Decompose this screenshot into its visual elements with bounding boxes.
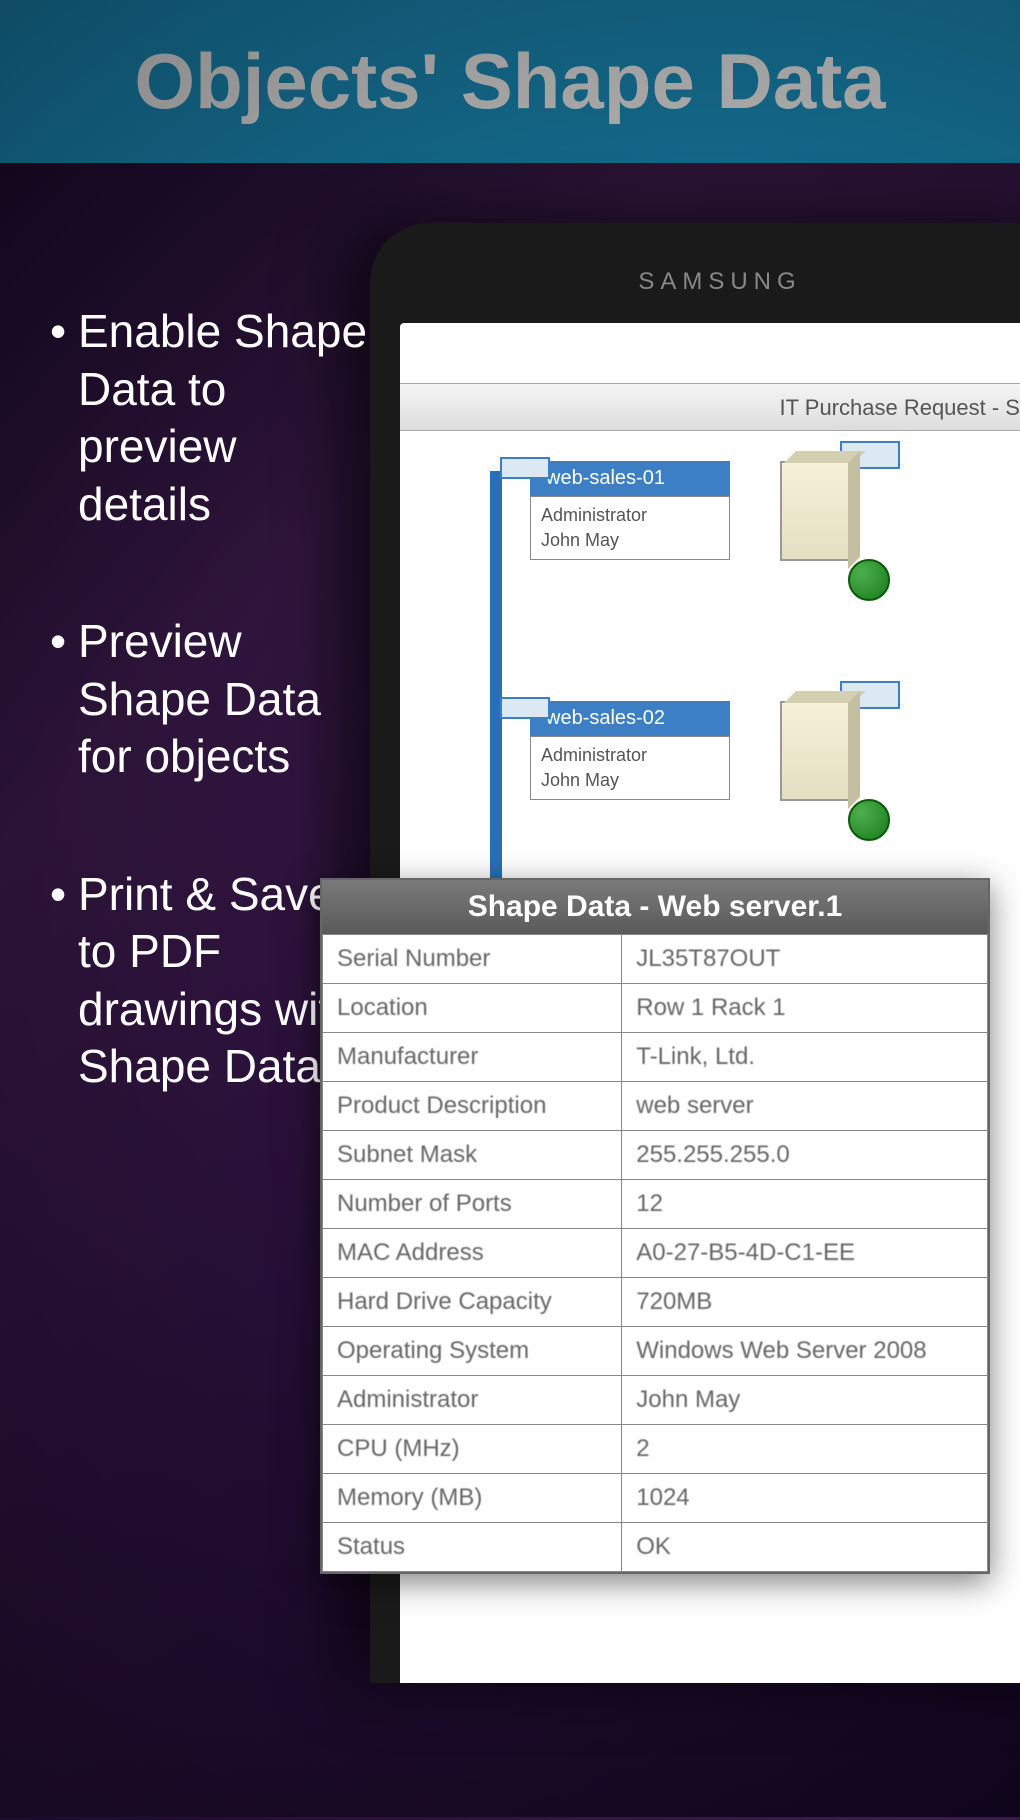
property-name: Serial Number bbox=[323, 935, 622, 984]
table-row: ManufacturerT-Link, Ltd. bbox=[323, 1033, 988, 1082]
property-value: web server bbox=[622, 1082, 988, 1131]
table-row: Memory (MB)1024 bbox=[323, 1474, 988, 1523]
property-value: A0-27-B5-4D-C1-EE bbox=[622, 1229, 988, 1278]
table-row: Hard Drive Capacity720MB bbox=[323, 1278, 988, 1327]
property-name: MAC Address bbox=[323, 1229, 622, 1278]
property-name: CPU (MHz) bbox=[323, 1425, 622, 1474]
globe-icon bbox=[848, 799, 890, 841]
shape-details: Administrator John May bbox=[530, 496, 730, 560]
property-value: 255.255.255.0 bbox=[622, 1131, 988, 1180]
shape-name: web-sales-02 bbox=[530, 701, 730, 736]
property-value: 1024 bbox=[622, 1474, 988, 1523]
property-value: John May bbox=[622, 1376, 988, 1425]
property-value: Windows Web Server 2008 bbox=[622, 1327, 988, 1376]
property-name: Subnet Mask bbox=[323, 1131, 622, 1180]
globe-icon bbox=[848, 559, 890, 601]
diagram-shape[interactable]: web-sales-02 Administrator John May bbox=[530, 701, 1020, 831]
table-row: Product Descriptionweb server bbox=[323, 1082, 988, 1131]
property-name: Memory (MB) bbox=[323, 1474, 622, 1523]
shape-name: web-sales-01 bbox=[530, 461, 730, 496]
popup-title: Shape Data - Web server.1 bbox=[322, 880, 988, 934]
table-row: StatusOK bbox=[323, 1523, 988, 1572]
property-name: Administrator bbox=[323, 1376, 622, 1425]
property-value: JL35T87OUT bbox=[622, 935, 988, 984]
phone-brand-label: SAMSUNG bbox=[638, 268, 801, 296]
feature-item: Enable Shape Data to preview details bbox=[50, 303, 380, 533]
tag-icon bbox=[500, 457, 550, 479]
table-row: CPU (MHz)2 bbox=[323, 1425, 988, 1474]
table-row: MAC AddressA0-27-B5-4D-C1-EE bbox=[323, 1229, 988, 1278]
shape-data-popup[interactable]: Shape Data - Web server.1 Serial NumberJ… bbox=[320, 878, 990, 1574]
table-row: Serial NumberJL35T87OUT bbox=[323, 935, 988, 984]
property-value: 720MB bbox=[622, 1278, 988, 1327]
property-name: Location bbox=[323, 984, 622, 1033]
tag-icon bbox=[500, 697, 550, 719]
shape-data-table: Serial NumberJL35T87OUTLocationRow 1 Rac… bbox=[322, 934, 988, 1572]
property-name: Product Description bbox=[323, 1082, 622, 1131]
table-row: Subnet Mask255.255.255.0 bbox=[323, 1131, 988, 1180]
property-name: Status bbox=[323, 1523, 622, 1572]
diagram-shape[interactable]: web-sales-01 Administrator John May bbox=[530, 461, 1020, 591]
table-row: Operating SystemWindows Web Server 2008 bbox=[323, 1327, 988, 1376]
property-value: OK bbox=[622, 1523, 988, 1572]
server-icon bbox=[770, 461, 880, 591]
property-name: Manufacturer bbox=[323, 1033, 622, 1082]
property-value: 2 bbox=[622, 1425, 988, 1474]
property-name: Hard Drive Capacity bbox=[323, 1278, 622, 1327]
screen-titlebar: IT Purchase Request - S bbox=[400, 383, 1020, 431]
table-row: AdministratorJohn May bbox=[323, 1376, 988, 1425]
shape-details: Administrator John May bbox=[530, 736, 730, 800]
property-value: T-Link, Ltd. bbox=[622, 1033, 988, 1082]
property-name: Number of Ports bbox=[323, 1180, 622, 1229]
feature-item: Preview Shape Data for objects bbox=[50, 613, 380, 786]
table-row: LocationRow 1 Rack 1 bbox=[323, 984, 988, 1033]
table-row: Number of Ports12 bbox=[323, 1180, 988, 1229]
server-icon bbox=[770, 701, 880, 831]
property-value: Row 1 Rack 1 bbox=[622, 984, 988, 1033]
property-value: 12 bbox=[622, 1180, 988, 1229]
property-name: Operating System bbox=[323, 1327, 622, 1376]
